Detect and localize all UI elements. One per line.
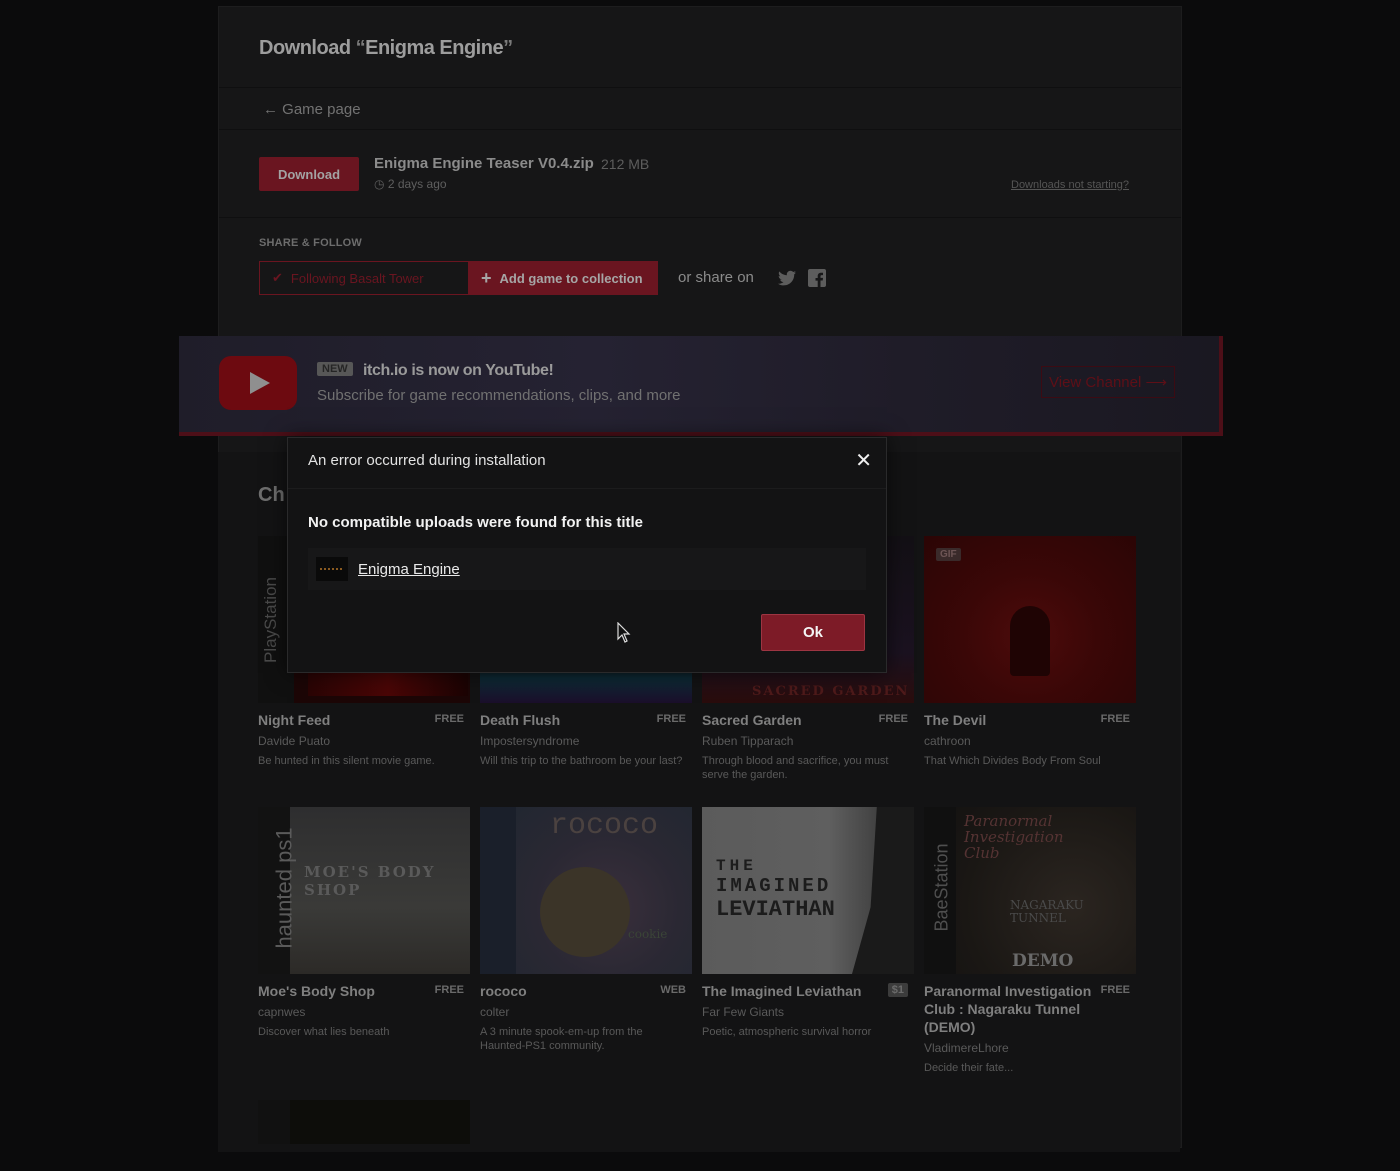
price-tag: $1 [887, 983, 908, 997]
price-tag: FREE [878, 713, 908, 725]
game-thumbnail[interactable] [258, 1100, 470, 1144]
dialog-divider [288, 488, 886, 489]
game-thumbnail[interactable]: haunted ps1 MOE'S BODY SHOP [258, 807, 470, 974]
leviathan-logo-text-1: THE [716, 857, 757, 875]
install-error-dialog: An error occurred during installation ✕ … [287, 437, 887, 673]
price-tag: FREE [434, 984, 464, 996]
new-badge: NEW [317, 362, 353, 376]
page-title: Download “Enigma Engine” [259, 37, 513, 59]
price-tag: FREE [1100, 984, 1130, 996]
moes-logo-text: MOE'S BODY SHOP [304, 863, 436, 899]
header-row: Download “Enigma Engine” [219, 7, 1181, 88]
facebook-icon[interactable] [807, 268, 827, 288]
section-heading: Ch [258, 484, 285, 506]
download-button[interactable]: Download [259, 157, 359, 191]
close-icon[interactable]: ✕ [855, 451, 872, 471]
game-author[interactable]: Davide Puato [258, 734, 330, 748]
check-icon: ✔ [272, 270, 283, 285]
rococo-logo-text: rococo [550, 809, 659, 843]
playstation-logo-text: PlayStation [261, 577, 280, 663]
follow-button[interactable]: ✔ Following Basalt Tower [259, 261, 469, 295]
game-page-link[interactable]: ← Game page [263, 101, 361, 118]
upload-date: ◷ 2 days ago [374, 177, 447, 191]
plus-icon: + [481, 267, 492, 288]
price-tag: FREE [656, 713, 686, 725]
leviathan-logo-text-3: LEVIATHAN [716, 897, 835, 922]
price-tag: WEB [660, 984, 686, 996]
mouse-cursor-icon [617, 622, 631, 643]
game-author[interactable]: Impostersyndrome [480, 734, 579, 748]
view-channel-button[interactable]: View Channel ⟶ [1041, 366, 1175, 398]
share-heading: SHARE & FOLLOW [259, 237, 363, 249]
game-title[interactable]: rococo [480, 982, 650, 1000]
game-author[interactable]: colter [480, 1005, 509, 1019]
share-on-label: or share on [678, 269, 754, 286]
game-author[interactable]: Far Few Giants [702, 1005, 784, 1019]
banner-subline: Subscribe for game recommendations, clip… [317, 387, 681, 404]
game-link[interactable]: Enigma Engine [358, 561, 460, 578]
game-description: Poetic, atmospheric survival horror [702, 1026, 872, 1038]
downloads-not-starting-link[interactable]: Downloads not starting? [1011, 179, 1129, 191]
game-description: Decide their fate... [924, 1062, 1014, 1074]
nagaraku-logo-text: NAGARAKU TUNNEL [1010, 898, 1084, 925]
game-author[interactable]: VladimereLhore [924, 1041, 1009, 1055]
game-description: Discover what lies beneath [258, 1026, 390, 1038]
game-thumbnail[interactable]: BaeStation Paranormal Investigation Club… [924, 807, 1136, 974]
game-author[interactable]: Ruben Tipparach [702, 734, 793, 748]
gif-badge: GIF [936, 548, 961, 561]
game-description: That Which Divides Body From Soul [924, 755, 1101, 767]
game-title[interactable]: Death Flush [480, 711, 650, 729]
game-thumbnail[interactable]: THE IMAGINED LEVIATHAN [702, 807, 914, 974]
haunted-ps1-logo-text: haunted ps1 [271, 827, 297, 949]
game-author[interactable]: cathroon [924, 734, 971, 748]
game-description: Will this trip to the bathroom be your l… [480, 755, 683, 767]
game-description: A 3 minute spook-em-up from the Haunted-… [480, 1026, 643, 1052]
clock-icon: ◷ [374, 177, 385, 191]
game-author[interactable]: capnwes [258, 1005, 305, 1019]
price-tag: FREE [434, 713, 464, 725]
back-row: ← Game page [219, 87, 1181, 130]
download-row [219, 129, 1181, 218]
file-size: 212 MB [601, 156, 650, 172]
game-description: Be hunted in this silent movie game. [258, 755, 435, 767]
game-cover-icon [316, 557, 348, 581]
twitter-icon[interactable] [777, 268, 797, 288]
game-thumbnail[interactable]: rococo cookie [480, 807, 692, 974]
game-entry: Enigma Engine [308, 548, 866, 590]
banner-headline: itch.io is now on YouTube! [363, 362, 554, 379]
ok-button[interactable]: Ok [761, 614, 865, 651]
game-title[interactable]: The Imagined Leviathan [702, 982, 872, 1000]
game-thumbnail[interactable]: GIF [924, 536, 1136, 703]
game-title[interactable]: Night Feed [258, 711, 428, 729]
file-name: Enigma Engine Teaser V0.4.zip [374, 155, 594, 172]
dialog-title: An error occurred during installation [308, 452, 546, 469]
price-tag: FREE [1100, 713, 1130, 725]
add-to-collection-button[interactable]: + Add game to collection [469, 261, 658, 295]
demo-logo-text: DEMO [1012, 951, 1074, 971]
youtube-banner: NEW itch.io is now on YouTube! Subscribe… [179, 336, 1223, 436]
game-description: Through blood and sacrifice, you must se… [702, 755, 889, 781]
cookie-label: cookie [628, 927, 668, 941]
game-title[interactable]: Moe's Body Shop [258, 982, 428, 1000]
game-title[interactable]: The Devil [924, 711, 1094, 729]
leviathan-logo-text-2: IMAGINED [716, 875, 832, 897]
dialog-message: No compatible uploads were found for thi… [308, 514, 644, 531]
game-title[interactable]: Paranormal Investigation Club : Nagaraku… [924, 982, 1104, 1036]
paranormal-logo-text: Paranormal Investigation Club [964, 812, 1064, 862]
youtube-play-icon[interactable] [219, 356, 297, 410]
sacred-garden-logo-text: SACRED GARDEN [752, 684, 910, 699]
baestation-logo-text: BaeStation [931, 843, 952, 932]
game-title[interactable]: Sacred Garden [702, 711, 872, 729]
